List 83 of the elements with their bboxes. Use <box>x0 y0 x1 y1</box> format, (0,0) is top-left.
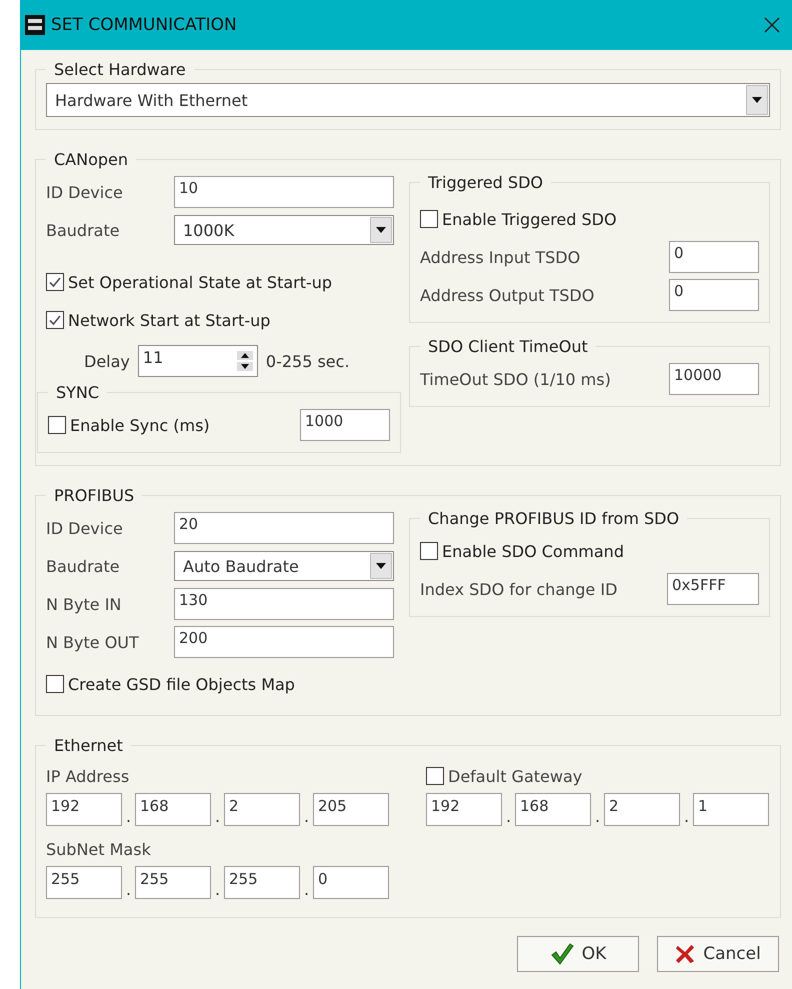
text-field[interactable]: 10 <box>174 176 394 208</box>
window-title: SET COMMUNICATION <box>51 15 238 35</box>
checkbox[interactable] <box>46 273 64 291</box>
field-label: ID Device <box>46 518 124 538</box>
separator-dot: . <box>214 880 222 899</box>
spinner-arrows-icon <box>236 351 253 371</box>
checkbox[interactable] <box>48 416 66 434</box>
text-field[interactable]: 0 <box>669 279 759 311</box>
x-icon <box>675 943 696 965</box>
separator-dot: . <box>214 807 222 826</box>
checkbox[interactable] <box>46 311 64 329</box>
group-title: SYNC <box>55 383 100 402</box>
octet-field[interactable]: 168 <box>515 793 591 826</box>
ok-button[interactable]: OK <box>517 936 639 972</box>
group-title: PROFIBUS <box>53 486 136 505</box>
close-icon[interactable] <box>764 17 780 33</box>
field-label: Delay <box>84 352 130 370</box>
check-icon <box>550 943 574 965</box>
text-field[interactable]: 200 <box>174 626 394 658</box>
dropdown[interactable]: 1000K <box>174 215 394 245</box>
checkbox-label: Create GSD file Objects Map <box>68 674 295 694</box>
checkbox[interactable] <box>426 767 444 785</box>
octet-field[interactable]: 192 <box>426 793 502 826</box>
octet-field[interactable]: 168 <box>135 793 211 826</box>
text-field[interactable]: 1000 <box>300 409 390 441</box>
checkbox-label: Default Gateway <box>448 766 582 786</box>
field-label: IP Address <box>46 766 130 788</box>
text-field[interactable]: 10000 <box>669 363 759 395</box>
caret-icon <box>370 217 392 243</box>
separator-dot: . <box>302 880 310 899</box>
text-field[interactable]: 0 <box>669 241 759 273</box>
octet-field[interactable]: 192 <box>46 793 122 826</box>
field-label: SubNet Mask <box>46 838 152 860</box>
checkbox-label: Set Operational State at Start-up <box>68 272 332 292</box>
text-field[interactable]: 20 <box>174 512 394 544</box>
field-label: N Byte OUT <box>46 632 140 652</box>
octet-field[interactable]: 255 <box>135 866 211 899</box>
field-label: Baudrate <box>46 220 121 240</box>
octet-field[interactable]: 2 <box>224 793 300 826</box>
octet-field[interactable]: 0 <box>313 866 389 899</box>
checkbox-label: Enable SDO Command <box>442 542 624 560</box>
checkbox-label: Network Start at Start-up <box>68 310 270 330</box>
field-label: Address Output TSDO <box>420 286 594 304</box>
checkbox[interactable] <box>46 675 64 693</box>
text-field[interactable]: 130 <box>174 588 394 620</box>
separator-dot: . <box>124 880 132 899</box>
octet-field[interactable]: 1 <box>693 793 769 826</box>
dropdown[interactable]: Hardware With Ethernet <box>46 83 770 117</box>
group-title: CANopen <box>53 150 130 169</box>
field-label: N Byte IN <box>46 594 122 614</box>
separator-dot: . <box>504 807 512 826</box>
group-title: Change PROFIBUS ID from SDO <box>427 509 680 528</box>
octet-field[interactable]: 255 <box>224 866 300 899</box>
spin-field[interactable]: 11 <box>138 345 258 377</box>
separator-dot: . <box>302 807 310 826</box>
field-label: TimeOut SDO (1/10 ms) <box>420 370 611 388</box>
field-label: ID Device <box>46 182 124 202</box>
separator-dot: . <box>682 807 690 826</box>
group-title: Select Hardware <box>53 60 187 79</box>
dropdown[interactable]: Auto Baudrate <box>174 551 394 581</box>
checkbox[interactable] <box>420 210 438 228</box>
octet-field[interactable]: 205 <box>313 793 389 826</box>
unit-label: 0-255 sec. <box>266 352 350 370</box>
field-label: Baudrate <box>46 556 121 576</box>
checkbox[interactable] <box>420 542 438 560</box>
checkbox-label: Enable Triggered SDO <box>442 210 617 228</box>
cancel-button[interactable]: Cancel <box>657 936 779 972</box>
caret-icon <box>746 85 768 115</box>
field-label: Index SDO for change ID <box>420 580 618 598</box>
separator-dot: . <box>124 807 132 826</box>
caret-icon <box>370 553 392 579</box>
checkbox-label: Enable Sync (ms) <box>70 416 210 434</box>
separator-dot: . <box>594 807 602 826</box>
octet-field[interactable]: 2 <box>604 793 680 826</box>
check-mark-icon <box>48 275 62 289</box>
group-title: Ethernet <box>53 736 124 755</box>
group-title: SDO Client TimeOut <box>427 337 589 356</box>
octet-field[interactable]: 255 <box>46 866 122 899</box>
logo-icon <box>25 15 45 35</box>
text-field[interactable]: 0x5FFF <box>667 573 759 605</box>
check-mark-icon <box>48 313 62 327</box>
field-label: Address Input TSDO <box>420 248 580 266</box>
group-title: Triggered SDO <box>427 173 544 192</box>
